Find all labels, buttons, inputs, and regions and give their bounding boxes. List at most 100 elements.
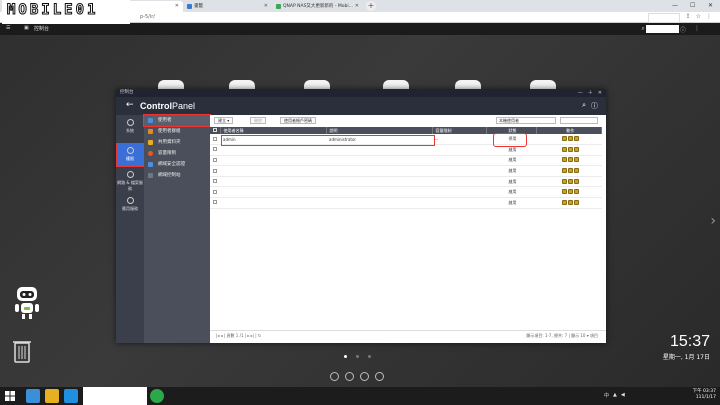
user-type-select[interactable]: 本機使用者 <box>496 117 556 124</box>
column-header-description[interactable]: 說明 <box>326 127 433 134</box>
row-checkbox[interactable] <box>210 197 220 209</box>
star-icon[interactable]: ☆ <box>696 13 701 20</box>
column-header-status[interactable]: 狀態 <box>486 127 537 134</box>
search-icon[interactable]: ⌕ <box>582 101 586 111</box>
page-dot[interactable] <box>356 355 359 358</box>
submenu-users[interactable]: 使用者 <box>143 114 211 127</box>
edit-account-icon[interactable] <box>561 168 567 174</box>
window-title-bar[interactable]: 控制台 — ＋ ✕ <box>116 89 606 97</box>
edit-permission-icon[interactable] <box>573 136 579 142</box>
line-app-icon[interactable] <box>150 389 164 403</box>
back-arrow-icon[interactable]: ← <box>126 100 134 110</box>
edit-group-icon[interactable] <box>567 199 573 205</box>
minimize-button[interactable]: — <box>672 0 678 12</box>
edit-permission-icon[interactable] <box>573 178 579 184</box>
table-row[interactable]: 啟用 <box>210 144 602 156</box>
minimize-icon[interactable]: — <box>578 89 583 97</box>
edit-permission-icon[interactable] <box>573 199 579 205</box>
help-icon[interactable]: ⓘ <box>591 101 598 111</box>
row-checkbox[interactable] <box>210 155 220 167</box>
edit-account-icon[interactable] <box>561 136 567 142</box>
row-checkbox[interactable] <box>210 165 220 177</box>
edit-account-icon[interactable] <box>561 189 567 195</box>
page-dot[interactable] <box>368 355 371 358</box>
close-tab-icon[interactable]: ✕ <box>264 1 268 12</box>
table-row[interactable]: 啟用 <box>210 155 602 167</box>
next-page-arrow-icon[interactable]: › <box>710 213 716 229</box>
ime-indicator[interactable]: 中 <box>604 392 609 399</box>
qboost-robot-icon[interactable] <box>12 283 42 323</box>
select-all-checkbox[interactable] <box>210 127 221 134</box>
control-panel-taskbar-icon[interactable]: ▣ <box>24 25 29 31</box>
edit-group-icon[interactable] <box>567 136 573 142</box>
submenu-domain-security[interactable]: 網域安全認證 <box>144 159 210 170</box>
dock-button[interactable] <box>375 372 384 381</box>
pagination-controls[interactable]: |◂ ◂ | 頁數 1 /1 | ▸ ▸| | ↻ <box>216 333 261 339</box>
browser-tab-3[interactable]: 書籤 ✕ <box>184 1 272 12</box>
edit-permission-icon[interactable] <box>573 157 579 163</box>
edit-account-icon[interactable] <box>561 178 567 184</box>
profile-area[interactable] <box>648 13 680 23</box>
row-checkbox[interactable] <box>210 144 220 156</box>
nav-system[interactable]: 系統 <box>116 119 144 139</box>
edit-account-icon[interactable] <box>561 199 567 205</box>
delete-button[interactable]: 刪除 <box>250 117 266 124</box>
close-icon[interactable]: ✕ <box>598 89 602 97</box>
submenu-quota[interactable]: 容量限制 <box>144 148 210 159</box>
user-menu[interactable] <box>646 25 679 33</box>
pagination-summary[interactable]: 顯示項目: 1-7, 總共: 7 | 顯示 10 ▾ 項目 <box>526 333 598 339</box>
browser-tab-4[interactable]: QNAP NAS又大更新新的 - Mobi... ✕ <box>273 1 363 12</box>
edit-group-icon[interactable] <box>567 189 573 195</box>
edit-permission-icon[interactable] <box>573 168 579 174</box>
dock-button[interactable] <box>360 372 369 381</box>
password-settings-button[interactable]: 使用者帳戶密碼 <box>280 117 316 124</box>
file-explorer-icon[interactable] <box>45 389 59 403</box>
table-row[interactable]: 啟用 <box>210 186 602 199</box>
edit-group-icon[interactable] <box>567 157 573 163</box>
new-tab-button[interactable]: + <box>366 1 376 11</box>
nav-applications[interactable]: 應用服務 <box>116 197 144 215</box>
edit-permission-icon[interactable] <box>573 189 579 195</box>
dock-button[interactable] <box>345 372 354 381</box>
submenu-domain-controller[interactable]: 網域控制站 <box>144 170 210 181</box>
info-icon[interactable]: ⓘ <box>680 25 686 34</box>
hamburger-menu-icon[interactable]: ☰ <box>6 25 10 31</box>
search-input[interactable] <box>560 117 598 124</box>
nav-privilege[interactable]: 權限 <box>116 143 144 167</box>
create-button[interactable]: 建立 ▾ <box>214 117 234 124</box>
edit-group-icon[interactable] <box>567 146 573 152</box>
url-field[interactable]: p-5/ir/ <box>140 14 155 20</box>
taskbar-clock[interactable]: 下午 03:37 111/1/17 <box>693 389 716 401</box>
row-checkbox[interactable] <box>210 186 220 199</box>
windows-start-icon[interactable] <box>5 391 15 401</box>
submenu-user-groups[interactable]: 使用者群組 <box>144 126 210 137</box>
column-header-quota[interactable]: 容量限制 <box>432 127 487 134</box>
options-icon[interactable]: ⋮ <box>694 25 700 34</box>
maximize-icon[interactable]: ＋ <box>588 89 593 97</box>
submenu-shared-folders[interactable]: 共用資料夾 <box>144 137 210 148</box>
edit-permission-icon[interactable] <box>573 146 579 152</box>
search-icon[interactable]: ⌕ <box>641 25 644 34</box>
edit-account-icon[interactable] <box>561 146 567 152</box>
page-dot[interactable] <box>344 355 347 358</box>
network-icon[interactable]: ▲ <box>613 392 617 399</box>
close-window-button[interactable]: ✕ <box>708 0 713 12</box>
menu-icon[interactable]: ⋮ <box>706 13 712 20</box>
store-icon[interactable] <box>64 389 78 403</box>
edge-browser-icon[interactable] <box>26 389 40 403</box>
share-icon[interactable]: ⇪ <box>686 13 691 20</box>
edit-group-icon[interactable] <box>567 168 573 174</box>
close-tab-icon[interactable]: ✕ <box>175 1 179 12</box>
edit-account-icon[interactable] <box>561 157 567 163</box>
maximize-button[interactable]: ☐ <box>690 0 695 12</box>
row-checkbox[interactable] <box>210 176 220 188</box>
row-checkbox[interactable] <box>210 134 220 146</box>
app-label[interactable]: 控制台 <box>34 25 49 32</box>
nav-network-file-services[interactable]: 網路 & 檔案服務 <box>116 171 144 193</box>
dock-button[interactable] <box>330 372 339 381</box>
table-row[interactable]: 啟用 <box>210 165 602 177</box>
edit-group-icon[interactable] <box>567 178 573 184</box>
table-row[interactable]: 啟用 <box>210 197 602 209</box>
table-row[interactable]: 啟用 <box>210 176 602 188</box>
close-tab-icon[interactable]: ✕ <box>355 1 359 12</box>
